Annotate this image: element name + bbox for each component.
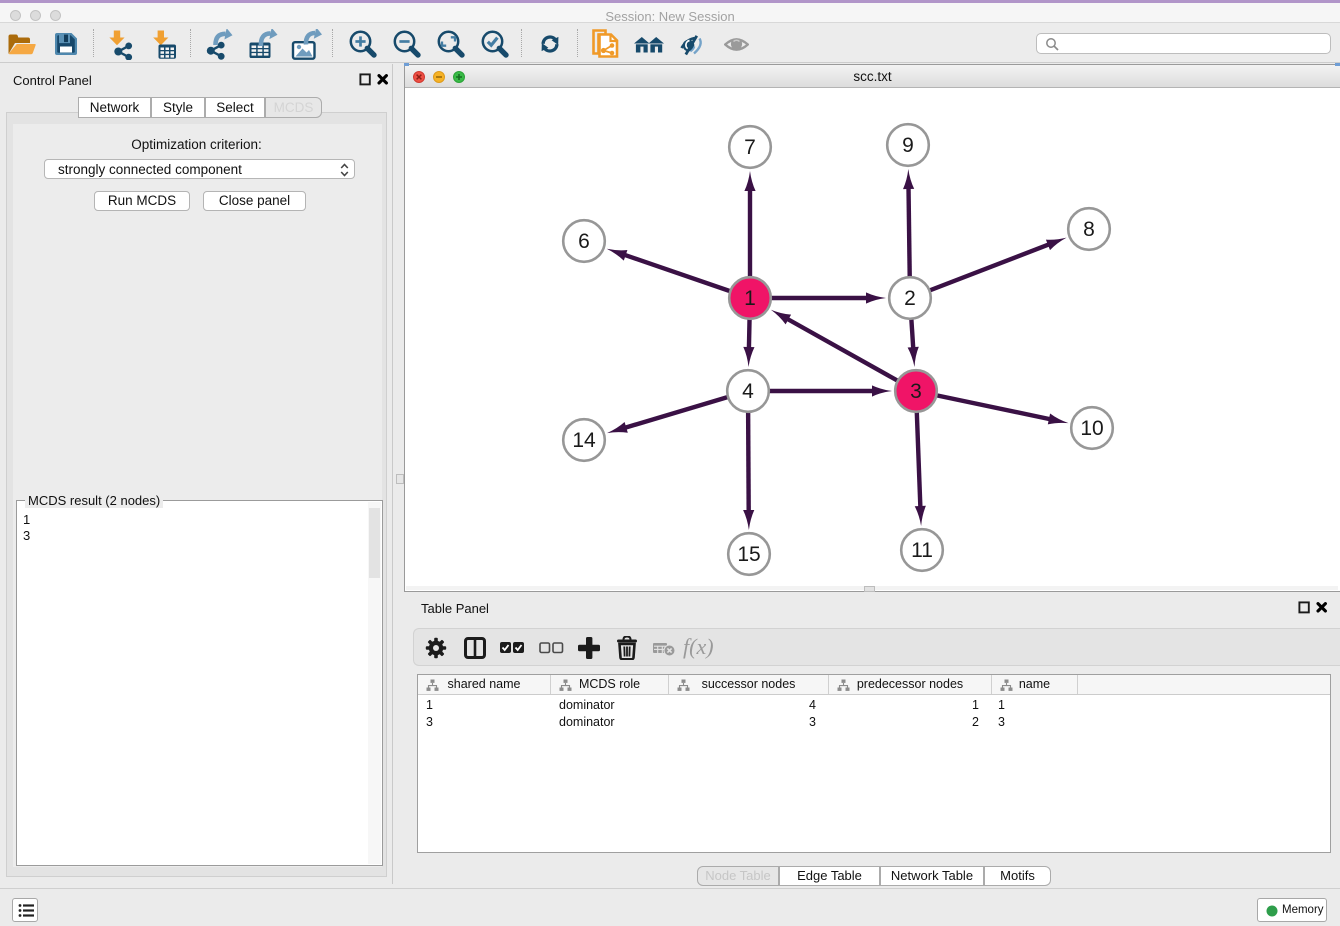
svg-text:7: 7 [744,136,756,159]
svg-text:15: 15 [737,543,760,566]
svg-text:6: 6 [578,230,590,253]
svg-text:3: 3 [910,380,922,403]
svg-text:9: 9 [902,134,914,157]
svg-text:11: 11 [911,539,933,562]
svg-text:2: 2 [904,287,916,310]
svg-text:14: 14 [572,429,596,452]
svg-text:1: 1 [744,287,756,310]
svg-text:4: 4 [742,380,754,403]
svg-text:10: 10 [1080,417,1103,440]
svg-text:8: 8 [1083,218,1095,241]
